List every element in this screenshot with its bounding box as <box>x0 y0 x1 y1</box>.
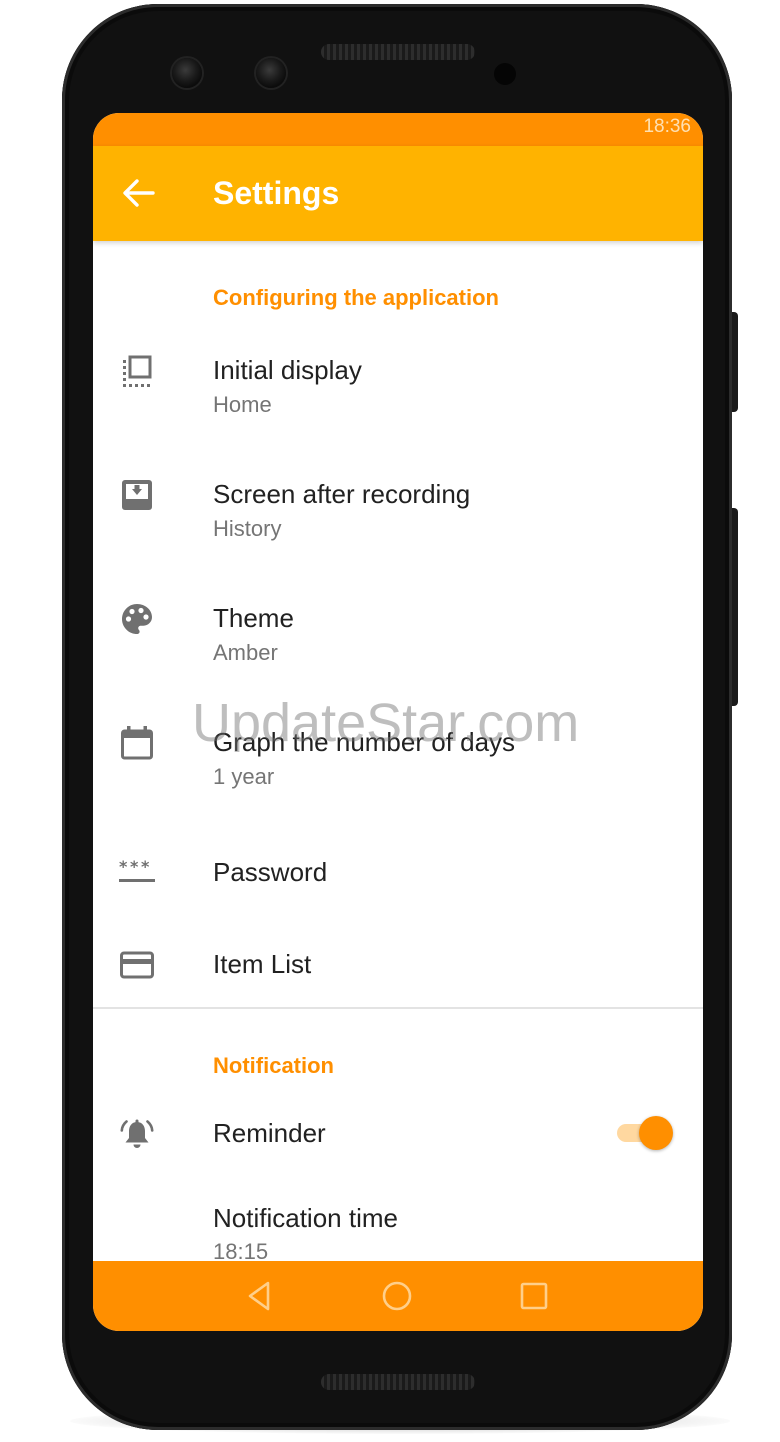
pref-theme[interactable]: Theme Amber <box>93 581 703 701</box>
credit-card-icon <box>120 951 154 979</box>
toggle-thumb <box>639 1116 673 1150</box>
pref-title: Reminder <box>213 1118 326 1148</box>
svg-text:*: * <box>119 857 128 876</box>
status-bar: 18:36 <box>93 113 703 146</box>
pref-summary: Amber <box>213 640 278 665</box>
nav-home-icon[interactable] <box>380 1279 414 1313</box>
navigation-bar <box>93 1261 703 1331</box>
pref-summary: History <box>213 516 282 541</box>
pref-summary: 18:15 <box>213 1239 269 1261</box>
front-camera-right <box>256 58 286 88</box>
password-icon: * * * <box>119 857 155 882</box>
svg-text:*: * <box>141 857 150 876</box>
section-divider <box>93 1007 703 1009</box>
earpiece-speaker <box>321 44 475 60</box>
pref-screen-after-recording[interactable]: Screen after recording History <box>93 457 703 577</box>
pref-title: Initial display <box>213 355 362 385</box>
pref-title: Notification time <box>213 1203 398 1233</box>
pref-initial-display[interactable]: Initial display Home <box>93 333 703 453</box>
bottom-speaker <box>321 1374 475 1390</box>
bell-icon <box>120 1119 154 1148</box>
initial-display-icon <box>123 355 152 387</box>
watermark: UpdateStar.com <box>192 693 580 753</box>
nav-recents-icon[interactable] <box>517 1279 551 1313</box>
reminder-toggle[interactable] <box>613 1113 673 1153</box>
section-header-configuring: Configuring the application <box>213 285 499 310</box>
page-title: Settings <box>213 175 340 211</box>
app-bar: Settings <box>93 146 703 241</box>
proximity-sensor <box>494 63 516 85</box>
pref-title: Theme <box>213 603 294 633</box>
calendar-icon <box>121 726 153 760</box>
inbox-download-icon <box>122 480 152 510</box>
pref-title: Item List <box>213 949 312 979</box>
section-header-notification: Notification <box>213 1053 334 1078</box>
pref-reminder[interactable]: Reminder <box>93 1091 703 1181</box>
arrow-back-icon[interactable] <box>121 178 155 208</box>
front-camera-left <box>172 58 202 88</box>
pref-summary: 1 year <box>213 764 275 789</box>
nav-back-icon[interactable] <box>243 1279 277 1313</box>
pref-title: Screen after recording <box>213 479 471 509</box>
svg-text:*: * <box>130 857 139 876</box>
pref-notification-time[interactable]: Notification time 18:15 <box>93 1183 703 1261</box>
pref-password[interactable]: * * * Password <box>93 829 703 917</box>
status-time: 18:36 <box>643 116 691 137</box>
pref-title: Password <box>213 857 328 887</box>
palette-icon <box>122 604 152 634</box>
pref-summary: Home <box>213 392 272 417</box>
pref-item-list[interactable]: Item List <box>93 921 703 1009</box>
